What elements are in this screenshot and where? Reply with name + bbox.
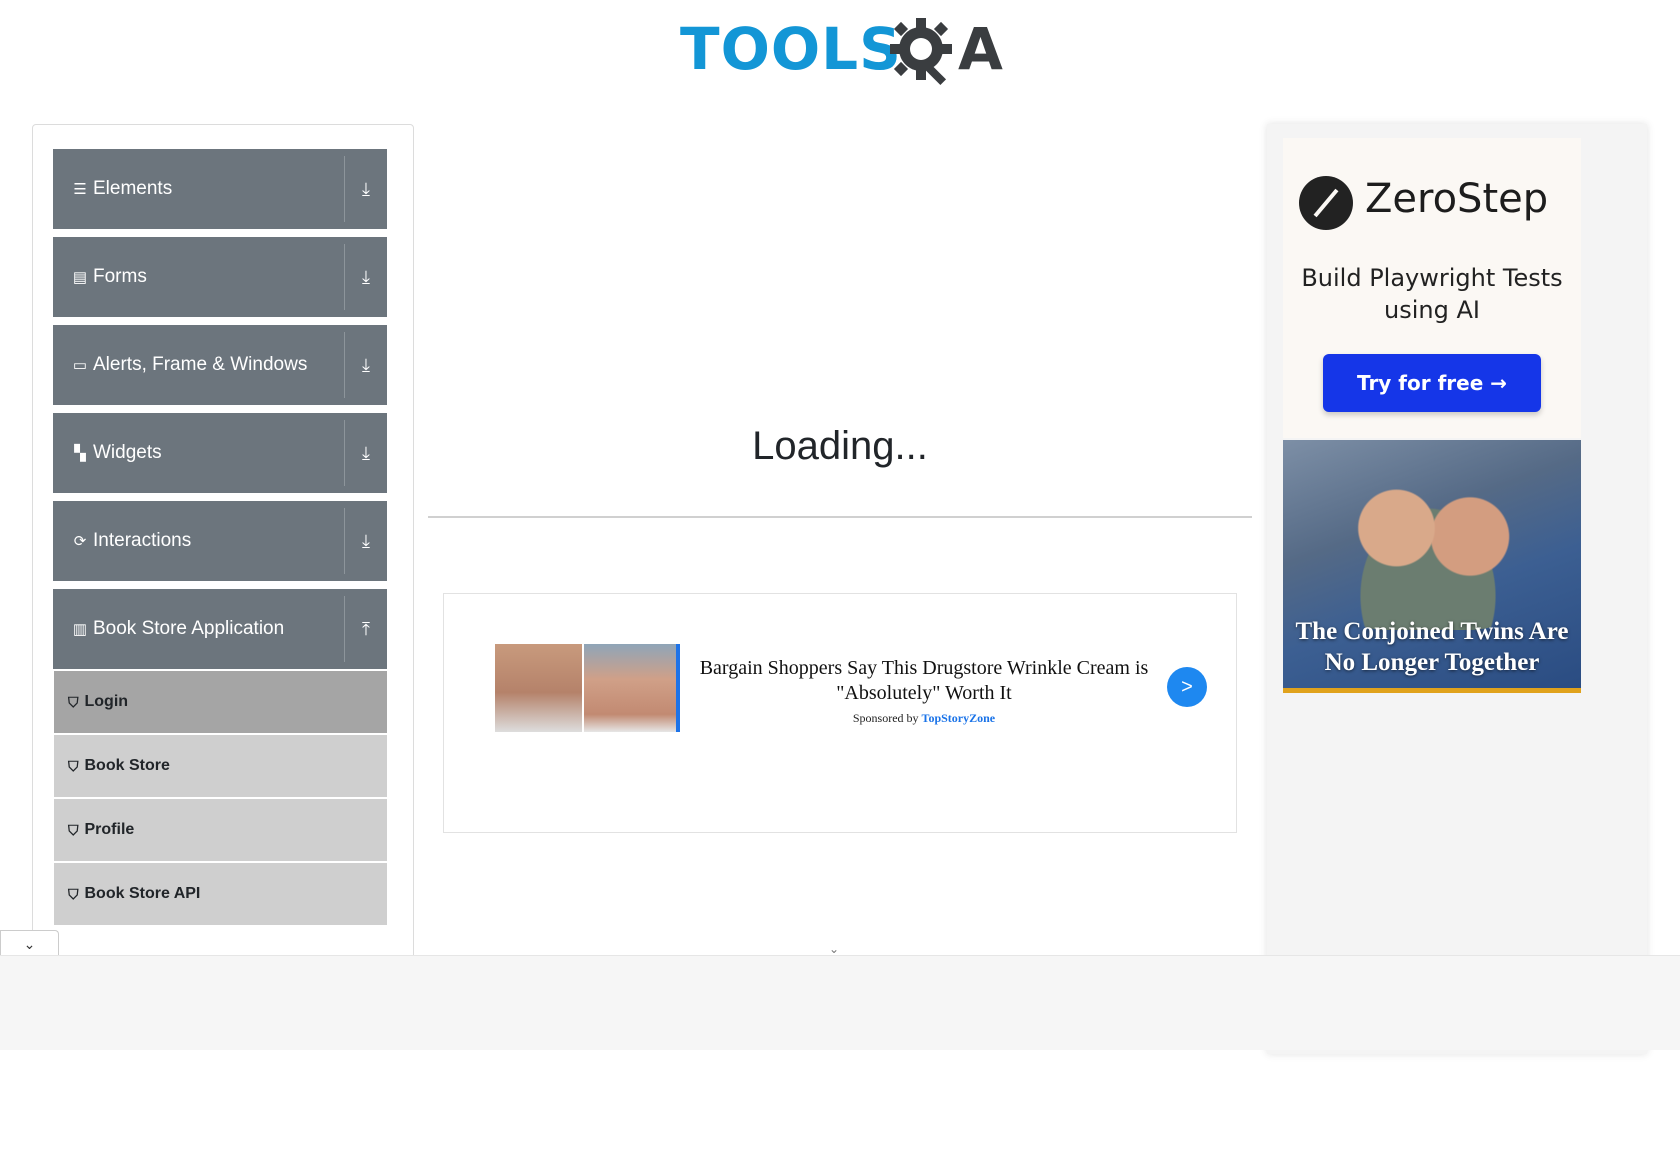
zerostep-brand: ZeroStep xyxy=(1365,176,1549,222)
try-for-free-button[interactable]: Try for free → xyxy=(1323,354,1541,412)
story-ad[interactable]: The Conjoined Twins Are No Longer Togeth… xyxy=(1283,440,1581,693)
sidebar-group-alerts[interactable]: ▭ Alerts, Frame & Windows ⤓ xyxy=(53,325,387,405)
expand-icon[interactable]: ⤓ xyxy=(345,149,387,229)
books-icon: ▥ xyxy=(72,621,88,638)
html5-icon: ⛉ xyxy=(68,757,79,774)
expand-icon[interactable]: ⤓ xyxy=(345,501,387,581)
sticky-ad-toggle-button[interactable]: ⌄ xyxy=(0,930,59,957)
ad-sponsor: Sponsored by TopStoryZone xyxy=(694,711,1154,726)
html5-icon: ⛉ xyxy=(68,693,79,710)
zerostep-ad[interactable]: ZeroStep Build Playwright Tests using AI… xyxy=(1283,138,1581,438)
gear-icon xyxy=(890,18,952,86)
sidebar-item-book-store[interactable]: ⛉ Book Store xyxy=(54,735,387,797)
sidebar-group-label: Alerts, Frame & Windows xyxy=(93,354,308,375)
sponsor-link[interactable]: TopStoryZone xyxy=(922,711,996,725)
sponsored-ad[interactable]: Bargain Shoppers Say This Drugstore Wrin… xyxy=(443,593,1237,833)
sidebar-item-label: Book Store xyxy=(84,757,170,774)
logo-text-a: A xyxy=(958,15,1003,83)
story-headline[interactable]: The Conjoined Twins Are No Longer Togeth… xyxy=(1283,616,1581,678)
toolsqa-logo[interactable]: TOOLS A xyxy=(680,14,1005,94)
story-image xyxy=(1323,460,1533,630)
interactions-icon: ⟳ xyxy=(73,533,87,550)
sidebar-item-label: Login xyxy=(84,693,129,710)
sidebar-group-widgets[interactable]: ▚ Widgets ⤓ xyxy=(53,413,387,493)
ad-title[interactable]: Bargain Shoppers Say This Drugstore Wrin… xyxy=(694,656,1154,706)
collapse-icon[interactable]: ⤒ xyxy=(345,589,387,669)
widgets-icon: ▚ xyxy=(74,445,86,462)
sidebar-item-label: Book Store API xyxy=(84,885,201,902)
html5-icon: ⛉ xyxy=(68,821,79,838)
sidebar-group-book-store-application[interactable]: ▥ Book Store Application ⤒ xyxy=(53,589,387,669)
sidebar-group-forms[interactable]: ▤ Forms ⤓ xyxy=(53,237,387,317)
sidebar-group-elements[interactable]: ☰ Elements ⤓ xyxy=(53,149,387,229)
logo-text-tools: TOOLS xyxy=(680,15,902,83)
chevron-down-icon: ⌄ xyxy=(23,935,36,952)
sidebar-group-label: Elements xyxy=(93,178,173,199)
sidebar-group-label: Widgets xyxy=(93,442,162,463)
divider xyxy=(428,516,1252,518)
window-icon: ▭ xyxy=(72,357,88,374)
sidebar-item-label: Profile xyxy=(84,821,135,838)
sidebar-group-label: Forms xyxy=(93,266,147,287)
sponsor-prefix: Sponsored by xyxy=(852,711,919,725)
hamburger-icon: ☰ xyxy=(73,181,87,198)
left-sidebar: ☰ Elements ⤓ ▤ Forms ⤓ ▭ Alerts, Frame &… xyxy=(32,124,414,966)
sidebar-group-label: Book Store Application xyxy=(93,618,285,639)
sidebar-group-label: Interactions xyxy=(93,530,192,551)
expand-icon[interactable]: ⤓ xyxy=(345,325,387,405)
expand-icon[interactable]: ⤓ xyxy=(345,413,387,493)
form-icon: ▤ xyxy=(72,269,88,286)
loading-text: Loading... xyxy=(752,424,928,468)
ad-next-button[interactable]: > xyxy=(1167,667,1207,707)
chevron-down-icon[interactable]: ⌄ xyxy=(829,942,839,956)
ad-image[interactable] xyxy=(495,644,680,732)
sidebar-item-login[interactable]: ⛉ Login xyxy=(54,671,387,733)
sidebar-item-book-store-api[interactable]: ⛉ Book Store API xyxy=(54,863,387,925)
html5-icon: ⛉ xyxy=(68,885,79,902)
sidebar-group-interactions[interactable]: ⟳ Interactions ⤓ xyxy=(53,501,387,581)
sticky-ad-bar[interactable] xyxy=(0,955,1680,1050)
zerostep-tagline: Build Playwright Tests using AI xyxy=(1301,264,1563,324)
right-ad-column: ZeroStep Build Playwright Tests using AI… xyxy=(1267,124,1647,1054)
zerostep-logo-icon xyxy=(1299,176,1353,230)
sidebar-item-profile[interactable]: ⛉ Profile xyxy=(54,799,387,861)
expand-icon[interactable]: ⤓ xyxy=(345,237,387,317)
